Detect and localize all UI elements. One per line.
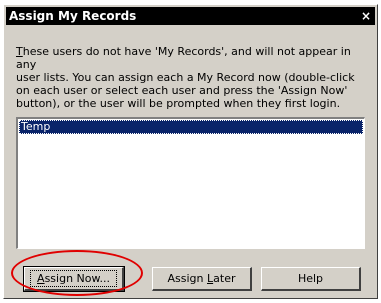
message-line-4: button), or the user will be prompted wh… — [16, 97, 341, 110]
instructions-text: These users do not have 'My Records', an… — [16, 45, 371, 110]
list-item[interactable]: Temp — [19, 120, 363, 134]
assign-now-label: Assign Now... — [30, 270, 117, 287]
title-bar[interactable]: Assign My Records × — [6, 7, 375, 25]
message-line-2: user lists. You can assign each a My Rec… — [16, 71, 355, 84]
message-line-1: hese users do not have 'My Records', and… — [16, 45, 351, 71]
assign-later-button[interactable]: Assign Later — [152, 267, 252, 291]
help-label: Help — [297, 272, 324, 285]
assign-later-label: Assign Later — [167, 272, 236, 285]
assign-my-records-dialog: Assign My Records × These users do not h… — [3, 4, 378, 299]
hotkey-char: T — [16, 45, 23, 58]
assign-now-button[interactable]: Assign Now... — [23, 266, 125, 292]
window-title: Assign My Records — [9, 9, 137, 23]
help-button[interactable]: Help — [261, 267, 361, 291]
message-line-3: on each user or select each user and pre… — [16, 84, 348, 97]
close-icon[interactable]: × — [358, 8, 374, 23]
users-listbox[interactable]: Temp — [16, 117, 365, 249]
